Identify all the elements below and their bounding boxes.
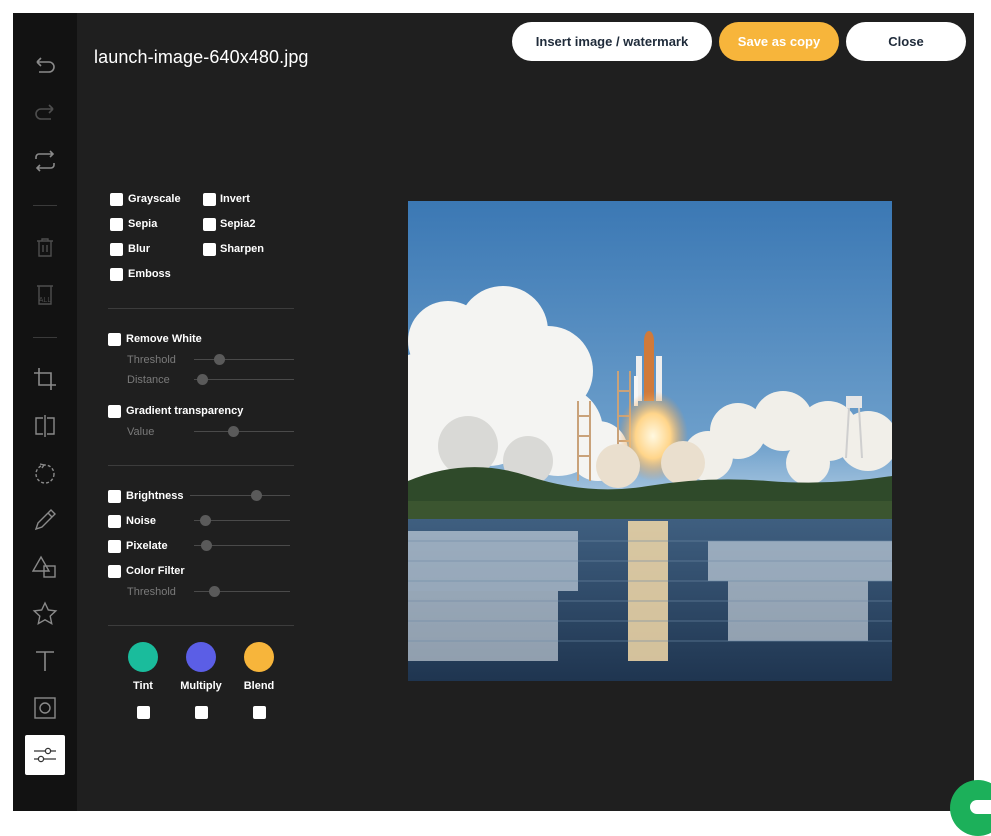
text-button[interactable] [25, 641, 65, 681]
chat-widget-button[interactable] [950, 780, 991, 836]
chat-icon [970, 800, 991, 814]
brightness-slider-track [190, 495, 290, 496]
undo-button[interactable] [25, 46, 65, 86]
file-name: launch-image-640x480.jpg [94, 47, 309, 67]
invert-label: Invert [220, 193, 250, 205]
noise-slider[interactable] [200, 515, 211, 526]
rotate-icon [35, 463, 55, 484]
star-button[interactable] [25, 594, 65, 634]
distance-label: Distance [127, 374, 170, 386]
color-filter-checkbox[interactable] [108, 565, 121, 578]
delete-all-icon: ALL [37, 285, 53, 305]
draw-button[interactable] [25, 500, 65, 540]
color-filter-threshold-slider[interactable] [209, 586, 220, 597]
toolbar: ALL [13, 13, 77, 811]
canvas-image[interactable] [408, 201, 892, 681]
filters-button[interactable] [25, 735, 65, 775]
shapes-button[interactable] [25, 547, 65, 587]
reset-icon [35, 150, 55, 172]
pixelate-slider[interactable] [201, 540, 212, 551]
redo-button[interactable] [25, 93, 65, 133]
toolbar-divider [33, 337, 57, 338]
filters-icon [34, 747, 56, 763]
distance-slider[interactable] [197, 374, 208, 385]
flip-icon [35, 415, 55, 437]
remove-white-checkbox[interactable] [108, 333, 121, 346]
noise-label: Noise [126, 515, 156, 527]
grayscale-label: Grayscale [128, 193, 181, 205]
tint-checkbox[interactable] [137, 706, 150, 719]
toolbar-divider [33, 205, 57, 206]
sepia2-checkbox[interactable] [203, 218, 216, 231]
blur-label: Blur [128, 243, 150, 255]
text-icon [36, 651, 54, 671]
frame-icon [34, 697, 56, 719]
redo-icon [35, 104, 54, 120]
shuttle-launch-image [408, 201, 892, 681]
threshold-slider-track [194, 359, 294, 360]
remove-white-label: Remove White [126, 333, 202, 345]
close-button[interactable]: Close [846, 22, 966, 61]
frame-button[interactable] [25, 688, 65, 728]
section-divider [108, 625, 294, 626]
crop-button[interactable] [25, 359, 65, 399]
color-filter-threshold-label: Threshold [127, 586, 176, 598]
sharpen-label: Sharpen [220, 243, 265, 255]
delete-all-text: ALL [39, 297, 52, 304]
emboss-label: Emboss [128, 268, 171, 280]
multiply-checkbox[interactable] [195, 706, 208, 719]
rotate-button[interactable] [25, 453, 65, 493]
threshold-slider[interactable] [214, 354, 225, 365]
blur-checkbox[interactable] [110, 243, 123, 256]
emboss-checkbox[interactable] [110, 268, 123, 281]
grayscale-checkbox[interactable] [110, 193, 123, 206]
value-slider[interactable] [228, 426, 239, 437]
section-divider [108, 465, 294, 466]
delete-icon [37, 238, 53, 257]
delete-all-button[interactable]: ALL [25, 275, 65, 315]
image-editor: ALL launch-image-640x480.jpg Insert imag… [13, 13, 974, 811]
section-divider [108, 308, 294, 309]
undo-icon [36, 57, 55, 73]
gradient-transparency-label: Gradient transparency [126, 405, 244, 417]
tint-color-swatch[interactable] [128, 642, 158, 672]
sepia-checkbox[interactable] [110, 218, 123, 231]
blend-checkbox[interactable] [253, 706, 266, 719]
blend-color-swatch[interactable] [244, 642, 274, 672]
value-slider-track [194, 431, 294, 432]
draw-icon [34, 509, 56, 531]
star-icon [32, 601, 58, 625]
sepia-label: Sepia [128, 218, 158, 230]
shapes-icon [32, 555, 56, 578]
multiply-color-swatch[interactable] [186, 642, 216, 672]
sepia2-label: Sepia2 [220, 218, 256, 230]
pixelate-checkbox[interactable] [108, 540, 121, 553]
brightness-label: Brightness [126, 490, 184, 502]
sharpen-checkbox[interactable] [203, 243, 216, 256]
crop-icon [34, 368, 56, 390]
multiply-label: Multiply [180, 680, 222, 692]
reset-button[interactable] [25, 141, 65, 181]
pixelate-label: Pixelate [126, 540, 168, 552]
threshold-label: Threshold [127, 354, 176, 366]
delete-button[interactable] [25, 227, 65, 267]
noise-checkbox[interactable] [108, 515, 121, 528]
value-label: Value [127, 426, 155, 438]
invert-checkbox[interactable] [203, 193, 216, 206]
gradient-transparency-checkbox[interactable] [108, 405, 121, 418]
tint-label: Tint [133, 680, 153, 692]
insert-image-button[interactable]: Insert image / watermark [512, 22, 712, 61]
brightness-checkbox[interactable] [108, 490, 121, 503]
distance-slider-track [194, 379, 294, 380]
color-filter-label: Color Filter [126, 565, 185, 577]
blend-label: Blend [243, 680, 275, 692]
save-as-copy-button[interactable]: Save as copy [719, 22, 839, 61]
flip-button[interactable] [25, 406, 65, 446]
brightness-slider[interactable] [251, 490, 262, 501]
